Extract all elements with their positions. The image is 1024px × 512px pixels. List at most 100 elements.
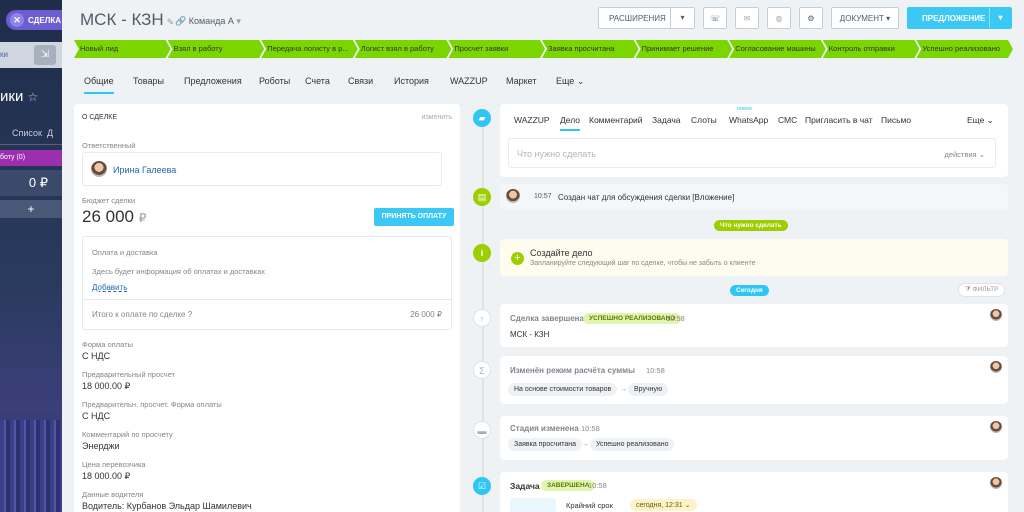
background-stage-sum: 0 ₽	[0, 170, 62, 196]
document-button[interactable]: ДОКУМЕНТ ▾	[831, 7, 899, 29]
deadline-chip[interactable]: сегодня, 12:31 ⌄	[630, 499, 697, 511]
settings-button[interactable]: ⚙	[799, 7, 823, 29]
email-button[interactable]: ✉	[735, 7, 759, 29]
today-badge: Сегодня	[730, 285, 769, 296]
composer-tabs: WAZZUP Дело Комментарий Задача Слоты WhatsApp…	[514, 106, 1004, 131]
responsible-card[interactable]: Ирина Галеева	[82, 152, 442, 186]
tab-6[interactable]: Связи	[348, 76, 373, 86]
composer-tab-10[interactable]: Еще ⌄	[967, 115, 994, 126]
phone-icon: ☏	[709, 13, 720, 23]
stage-bar: Новый лид Взял в работу Передача логисту в…	[74, 40, 1010, 58]
stage-3[interactable]: Передача логисту в р...	[261, 40, 358, 58]
deadline-label: Крайний срок	[566, 501, 613, 510]
stage-5[interactable]: Просчет заявки	[448, 40, 545, 58]
deal-slider: МСК - КЗН ✎ 🔗 Команда А ▾ РАСШИРЕНИЯ ▾ ☏ …	[62, 0, 1024, 512]
tab-8[interactable]: WAZZUP	[450, 76, 488, 86]
actions-dropdown[interactable]: действия ⌄	[944, 150, 985, 159]
composer-tab-7[interactable]: СМС	[778, 115, 797, 125]
tab-5[interactable]: Счета	[305, 76, 330, 86]
export-icon[interactable]: ⇲	[34, 45, 56, 65]
composer-tab-9[interactable]: Письмо	[881, 115, 911, 125]
tab-3[interactable]: Предложения	[184, 76, 242, 86]
composer-tab-1[interactable]: WAZZUP	[514, 115, 550, 125]
chat-bubble-icon: ▤	[473, 188, 491, 206]
create-activity-title[interactable]: Создайте дело	[530, 248, 592, 258]
payment-title: Оплата и доставка	[92, 248, 158, 257]
item-time: 10:57	[534, 193, 552, 200]
avatar	[990, 477, 1002, 489]
close-icon[interactable]: ✕	[10, 13, 24, 27]
responsible-name[interactable]: Ирина Галеева	[113, 165, 176, 175]
team-selector[interactable]: 🔗 Команда А ▾	[175, 16, 241, 27]
composer-tab-3[interactable]: Комментарий	[589, 115, 643, 125]
plus-icon[interactable]: +	[511, 252, 524, 265]
todo-badge: Что нужно сделать	[714, 220, 788, 231]
create-activity-card[interactable]: + Создайте дело Запланируйте следующий ш…	[500, 239, 1008, 276]
chat-created-text[interactable]: Создан чат для обсуждения сделки [Вложен…	[558, 193, 734, 202]
field-label: Комментарий по просчету	[82, 430, 173, 439]
item-text[interactable]: МСК - КЗН	[510, 330, 549, 339]
background-stage-column: боту (0)	[0, 150, 62, 166]
to-pay-value: 26 000 ₽	[410, 310, 442, 319]
stage-8[interactable]: Согласование машины	[729, 40, 826, 58]
tab-2[interactable]: Товары	[133, 76, 164, 86]
info-icon: i	[473, 244, 491, 262]
deal-slider-tag[interactable]: ✕ СДЕЛКА	[6, 10, 62, 30]
tab-4[interactable]: Роботы	[259, 76, 290, 86]
stage-changed-item: Стадия изменена 10:58 Заявка просчитана …	[500, 416, 1008, 460]
extensions-button[interactable]: РАСШИРЕНИЯ ▾	[598, 7, 695, 29]
background-band: ки ⇲	[0, 42, 62, 68]
stage-2[interactable]: Взял в работу	[168, 40, 265, 58]
new-badge: новое	[737, 106, 753, 112]
field-label: Данные водителя	[82, 490, 144, 499]
background-wallpaper	[0, 420, 62, 512]
tab-7[interactable]: История	[394, 76, 429, 86]
create-activity-hint: Запланируйте следующий шаг по сделке, чт…	[530, 260, 756, 267]
stage-1[interactable]: Новый лид	[74, 40, 171, 58]
stage-7[interactable]: Принимает решение	[636, 40, 733, 58]
chevron-down-icon: ⌄	[984, 115, 994, 125]
share-button[interactable]: ◍	[767, 7, 791, 29]
payment-info: Здесь будет информация об оплатах и дост…	[92, 267, 266, 276]
todo-input[interactable]: Что нужно сделать действия ⌄	[508, 138, 996, 168]
field-value: Энерджи	[82, 441, 120, 451]
field-label: Предварительн. просчет. Форма оплаты	[82, 400, 222, 409]
composer-tab-2[interactable]: Дело	[560, 115, 580, 131]
tab-9[interactable]: Маркет	[506, 76, 536, 86]
stage-9[interactable]: Контроль отправки	[823, 40, 920, 58]
item-title: Задача	[510, 481, 540, 491]
stage-6[interactable]: Заявка просчитана	[542, 40, 639, 58]
help-icon: ?	[187, 310, 193, 319]
new-value-chip: Вручную	[628, 383, 669, 396]
accept-payment-button[interactable]: ПРИНЯТЬ ОПЛАТУ	[374, 208, 454, 226]
tab-1[interactable]: Общие	[84, 76, 114, 94]
arrow-right-icon: →	[582, 441, 589, 448]
composer-tab-5[interactable]: Слоты	[691, 115, 717, 125]
responsible-label: Ответственный	[82, 141, 136, 150]
deal-title[interactable]: МСК - КЗН ✎	[80, 10, 174, 30]
field-value: 18 000.00 ₽	[82, 471, 131, 481]
field-label: Цена перевозчика	[82, 460, 146, 469]
avatar	[506, 189, 520, 203]
composer-tab-8[interactable]: Пригласить в чат	[805, 115, 873, 125]
field-value: С НДС	[82, 411, 111, 421]
field-value: Водитель: Курбанов Эльдар Шамилевич	[82, 501, 252, 511]
item-title: Сделка завершена	[510, 314, 584, 323]
background-crm-panel: ✕ СДЕЛКА ки ⇲ ики ☆ Список Д боту (0) 0 …	[0, 0, 62, 512]
pencil-icon[interactable]: ✎	[167, 17, 175, 27]
phone-button[interactable]: ☏	[703, 7, 727, 29]
background-list-tab[interactable]: Список Д	[12, 128, 53, 138]
offer-button[interactable]: ПРЕДЛОЖЕНИЕ ▾	[907, 7, 1012, 29]
filter-button[interactable]: ⧩ ФИЛЬТР	[958, 283, 1006, 297]
gear-icon: ⚙	[807, 13, 815, 23]
task-icon-box	[510, 498, 556, 512]
add-payment-link[interactable]: Добавить	[92, 283, 127, 292]
edit-link[interactable]: изменить	[422, 114, 452, 121]
composer-tab-6[interactable]: WhatsApp новое	[729, 106, 768, 125]
stage-4[interactable]: Логист взял в работу	[355, 40, 452, 58]
stage-10[interactable]: Успешно реализовано	[916, 40, 1013, 58]
composer-tab-4[interactable]: Задача	[652, 115, 681, 125]
chevron-down-icon: ▾	[670, 8, 694, 28]
add-deal-button[interactable]: +	[0, 200, 62, 218]
tab-10[interactable]: Еще ⌄	[556, 76, 584, 87]
